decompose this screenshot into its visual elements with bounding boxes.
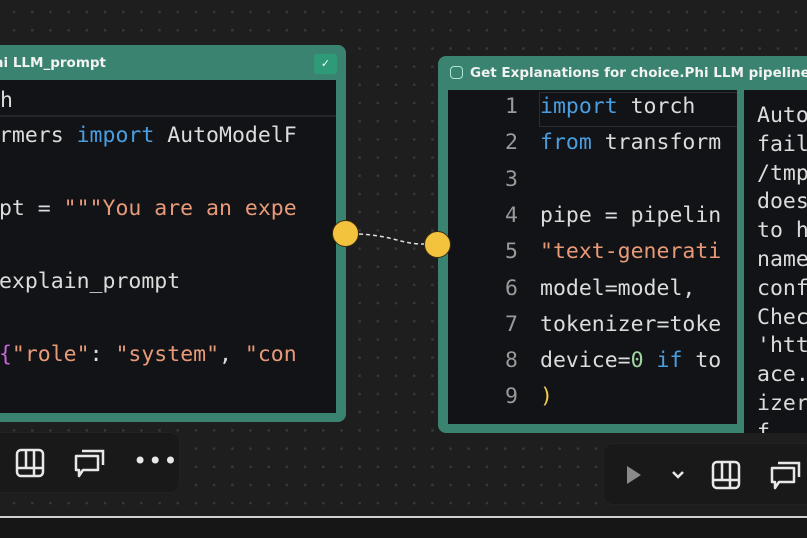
more-icon[interactable]: •••: [133, 447, 178, 475]
comments-icon[interactable]: [73, 447, 107, 479]
play-icon[interactable]: [626, 465, 642, 485]
chevron-down-icon[interactable]: [671, 470, 685, 480]
output-port[interactable]: [332, 220, 359, 247]
bottom-panel: [0, 518, 807, 538]
input-port[interactable]: [424, 231, 451, 258]
comments-icon[interactable]: [769, 459, 803, 491]
layout-grid-icon[interactable]: [15, 448, 45, 478]
right-toolbar: [603, 443, 807, 505]
left-toolbar: •••: [0, 432, 180, 493]
layout-grid-icon[interactable]: [711, 460, 741, 490]
